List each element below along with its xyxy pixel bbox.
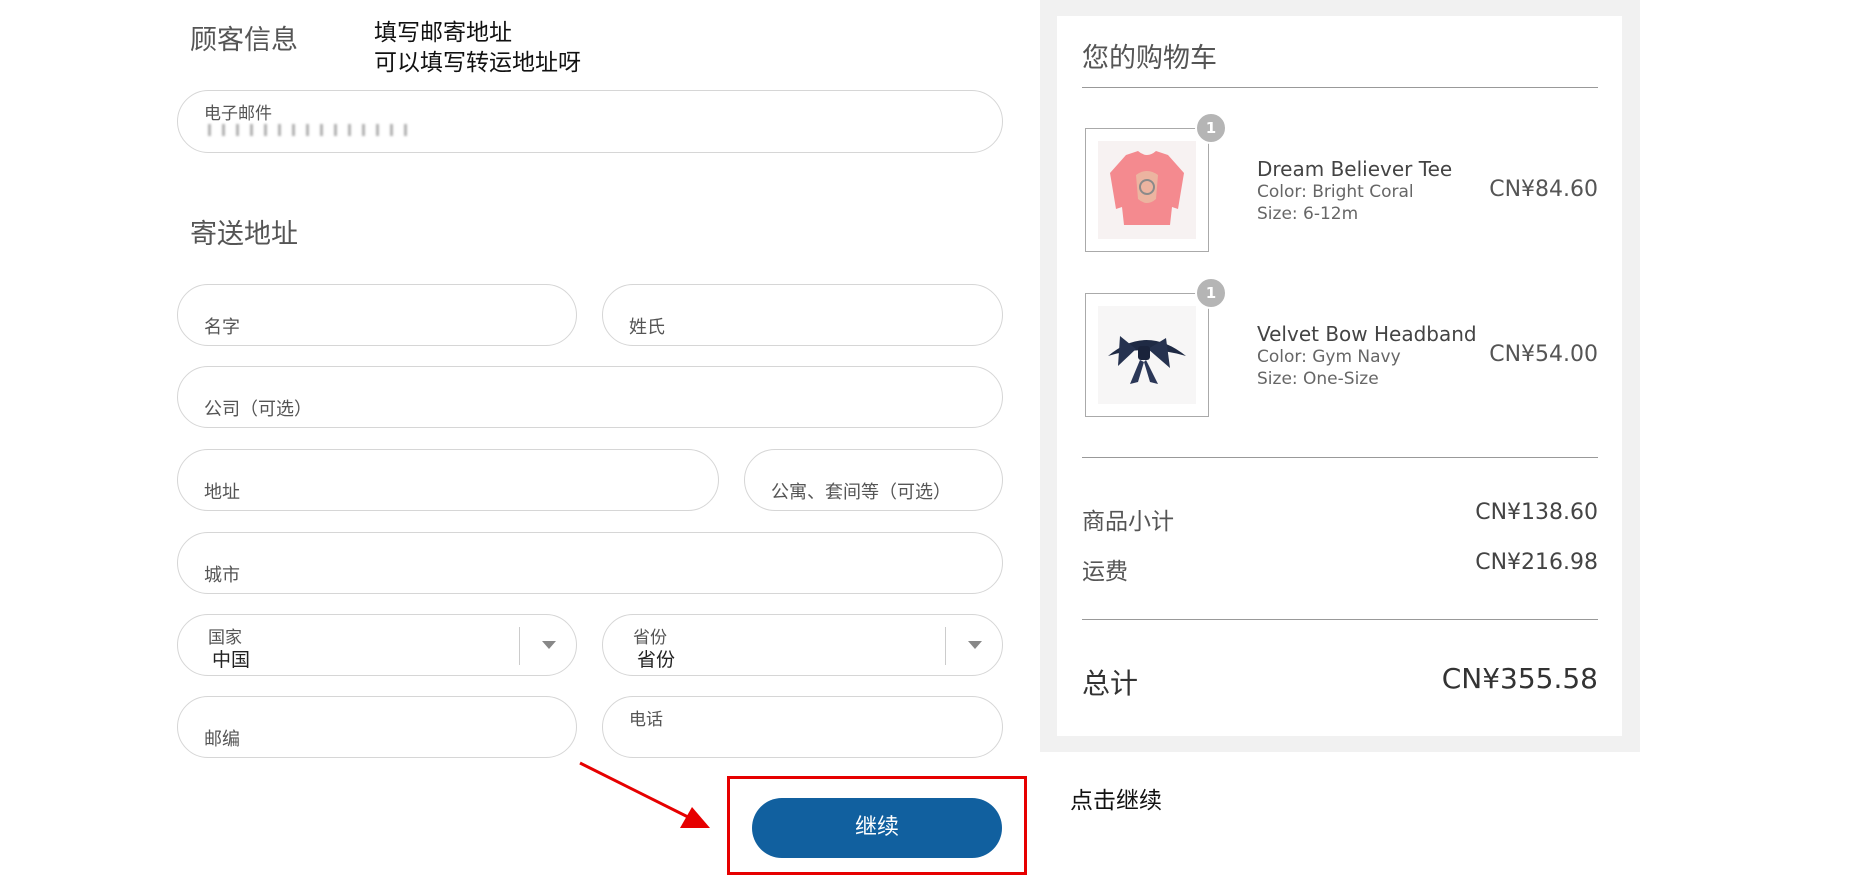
item-price: CN¥84.60: [1489, 177, 1598, 202]
divider: [1082, 619, 1598, 620]
city-field[interactable]: 城市: [177, 532, 1003, 594]
postcode-field[interactable]: 邮编: [177, 696, 577, 758]
postcode-label: 邮编: [204, 729, 240, 750]
customer-info-title: 顾客信息: [190, 25, 298, 56]
shipping-address-title: 寄送地址: [190, 219, 298, 250]
first-name-label: 名字: [204, 317, 240, 338]
address-label: 地址: [204, 482, 240, 503]
apartment-label: 公寓、套间等（可选）: [771, 482, 951, 503]
product-thumbnail-tee[interactable]: [1085, 128, 1209, 252]
navy-headband-image: [1098, 306, 1196, 404]
continue-button[interactable]: 继续: [752, 798, 1002, 858]
company-label: 公司（可选）: [204, 399, 312, 420]
item-size: Size: One-Size: [1257, 369, 1379, 389]
quantity-badge: 1: [1195, 112, 1227, 144]
select-divider: [519, 627, 520, 665]
phone-field[interactable]: 电话: [602, 696, 1003, 758]
product-thumbnail-headband[interactable]: [1085, 293, 1209, 417]
province-select[interactable]: 省份 省份: [602, 614, 1003, 676]
divider: [1082, 457, 1598, 458]
annotation-click-note: 点击继续: [1070, 788, 1162, 814]
quantity-badge: 1: [1195, 277, 1227, 309]
subtotal-value: CN¥138.60: [1475, 500, 1598, 525]
shipping-label: 运费: [1082, 559, 1128, 585]
item-price: CN¥54.00: [1489, 342, 1598, 367]
annotation-arrow-icon: [579, 761, 710, 828]
email-redacted-value: [208, 124, 418, 136]
province-value: 省份: [637, 649, 676, 671]
annotation-note-line2: 可以填写转运地址呀: [374, 50, 581, 76]
item-size: Size: 6-12m: [1257, 204, 1359, 224]
city-label: 城市: [204, 565, 240, 586]
total-value: CN¥355.58: [1441, 662, 1598, 695]
apartment-field[interactable]: 公寓、套间等（可选）: [744, 449, 1003, 511]
country-value: 中国: [212, 649, 251, 671]
chevron-down-icon[interactable]: [968, 641, 982, 649]
phone-label: 电话: [629, 710, 663, 730]
annotation-note-line1: 填写邮寄地址: [374, 20, 512, 46]
email-field[interactable]: 电子邮件: [177, 90, 1003, 153]
divider: [1082, 87, 1598, 88]
shipping-value: CN¥216.98: [1475, 550, 1598, 575]
address-field[interactable]: 地址: [177, 449, 719, 511]
select-divider: [945, 627, 946, 665]
first-name-field[interactable]: 名字: [177, 284, 577, 346]
item-name: Dream Believer Tee: [1257, 157, 1453, 181]
last-name-field[interactable]: 姓氏: [602, 284, 1003, 346]
total-label: 总计: [1082, 667, 1139, 700]
subtotal-label: 商品小计: [1082, 509, 1174, 535]
item-color: Color: Bright Coral: [1257, 182, 1414, 202]
last-name-label: 姓氏: [629, 317, 665, 338]
pink-tee-image: [1098, 141, 1196, 239]
company-field[interactable]: 公司（可选）: [177, 366, 1003, 428]
item-color: Color: Gym Navy: [1257, 347, 1401, 367]
chevron-down-icon[interactable]: [542, 641, 556, 649]
cart-title: 您的购物车: [1082, 43, 1217, 74]
country-select[interactable]: 国家 中国: [177, 614, 577, 676]
email-label: 电子邮件: [204, 104, 272, 124]
